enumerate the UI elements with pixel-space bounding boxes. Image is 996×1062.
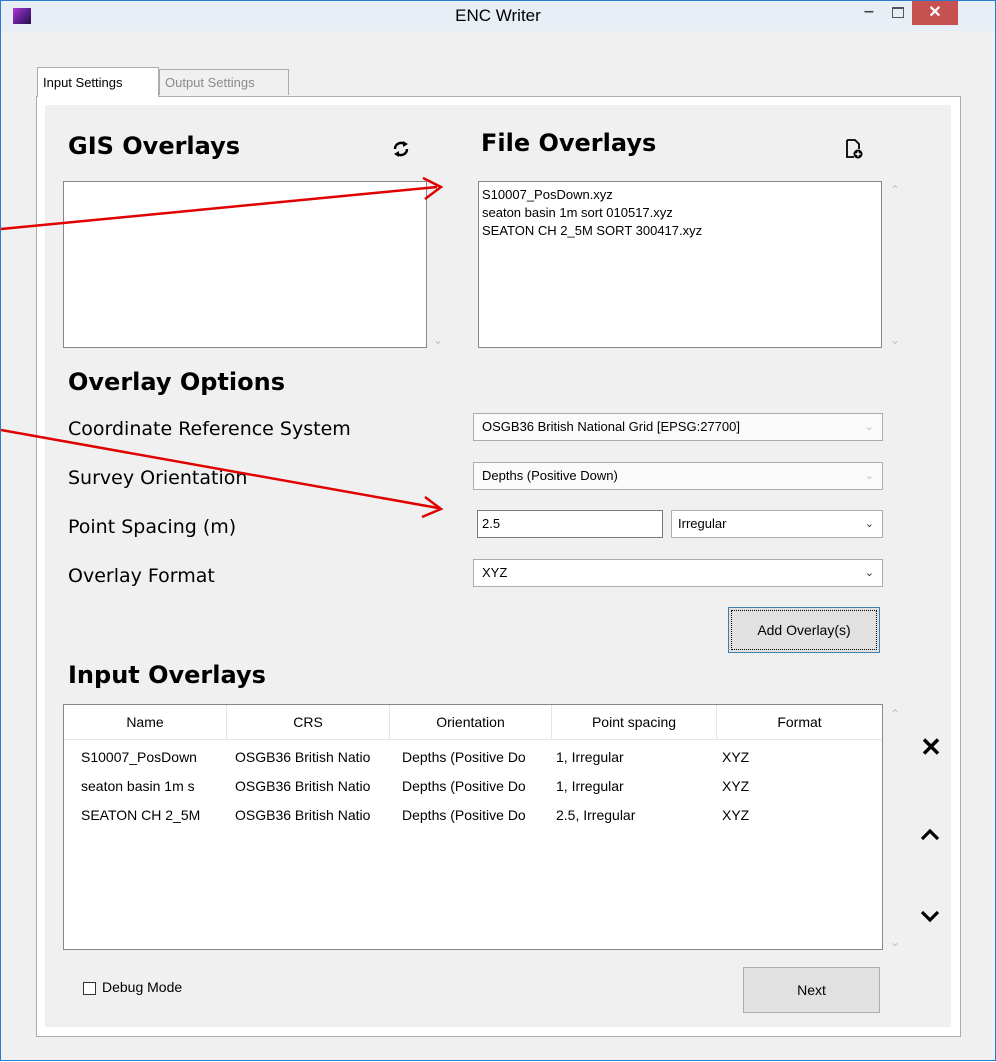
refresh-icon[interactable] [391,139,411,159]
move-up-icon[interactable] [918,827,942,843]
debug-mode-label: Debug Mode [102,979,183,995]
cell-orientation: Depths (Positive Do [402,749,526,765]
crs-select-value: OSGB36 British National Grid [EPSG:27700… [482,419,740,434]
chevron-down-icon: ⌄ [864,421,874,433]
column-header-orientation[interactable]: Orientation [390,705,552,739]
tab-output-settings[interactable]: Output Settings [159,69,289,95]
window-title: ENC Writer [455,6,541,25]
list-item[interactable]: seaton basin 1m sort 010517.xyz [479,204,881,222]
remove-overlay-icon[interactable]: ✕ [911,732,951,763]
move-down-icon[interactable] [918,908,942,924]
cell-format: XYZ [722,778,750,794]
table-row[interactable]: SEATON CH 2_5M OSGB36 British Natio Dept… [64,804,882,826]
table-scroll-down-icon[interactable]: ⌄ [890,935,900,949]
orientation-label: Survey Orientation [68,467,248,489]
overlay-format-value: XYZ [482,565,508,580]
spacing-type-select[interactable]: Irregular ⌄ [671,510,883,538]
overlay-options-title: Overlay Options [68,368,285,396]
maximize-button[interactable] [885,1,911,25]
column-header-crs[interactable]: CRS [227,705,390,739]
cell-orientation: Depths (Positive Do [402,778,526,794]
point-spacing-input[interactable]: 2.5 [477,510,663,538]
point-spacing-label: Point Spacing (m) [68,516,237,538]
file-overlays-title: File Overlays [481,129,657,157]
add-overlays-button[interactable]: Add Overlay(s) [728,607,880,653]
list-item[interactable]: S10007_PosDown.xyz [479,186,881,204]
table-row[interactable]: seaton basin 1m s OSGB36 British Natio D… [64,775,882,797]
crs-label: Coordinate Reference System [68,418,351,440]
next-button[interactable]: Next [743,967,880,1013]
cell-crs: OSGB36 British Natio [235,778,371,794]
list-item[interactable]: SEATON CH 2_5M SORT 300417.xyz [479,222,881,240]
orientation-select[interactable]: Depths (Positive Down) ⌄ [473,462,883,490]
cell-point-spacing: 1, Irregular [556,749,624,765]
cell-crs: OSGB36 British Natio [235,749,371,765]
tab-input-settings[interactable]: Input Settings [37,67,159,97]
input-overlays-table[interactable]: Name CRS Orientation Point spacing Forma… [63,704,883,950]
column-header-format[interactable]: Format [717,705,882,739]
cell-crs: OSGB36 British Natio [235,807,371,823]
cell-format: XYZ [722,749,750,765]
chevron-down-icon: ⌄ [864,518,874,530]
gis-overlays-title: GIS Overlays [68,132,241,160]
maximize-icon [892,7,904,18]
debug-mode-checkbox[interactable] [83,982,96,995]
cell-orientation: Depths (Positive Do [402,807,526,823]
orientation-select-value: Depths (Positive Down) [482,468,618,483]
table-header: Name CRS Orientation Point spacing Forma… [64,705,882,740]
file-overlays-list[interactable]: S10007_PosDown.xyz seaton basin 1m sort … [478,181,882,348]
column-header-name[interactable]: Name [64,705,227,739]
title-bar[interactable]: ENC Writer ‒ ✕ [1,1,995,31]
add-file-icon[interactable] [844,138,864,160]
cell-point-spacing: 1, Irregular [556,778,624,794]
table-scroll-up-icon[interactable]: ⌃ [890,707,900,721]
overlay-format-label: Overlay Format [68,565,215,587]
cell-name: seaton basin 1m s [81,778,195,794]
minimize-button[interactable]: ‒ [856,1,882,25]
overlay-format-select[interactable]: XYZ ⌄ [473,559,883,587]
cell-name: S10007_PosDown [81,749,197,765]
enc-writer-window: ENC Writer ‒ ✕ Input Settings Output Set… [0,0,996,1061]
spacing-type-value: Irregular [678,516,727,531]
chevron-down-icon: ⌄ [864,567,874,579]
input-overlays-title: Input Overlays [68,661,266,689]
crs-select[interactable]: OSGB36 British National Grid [EPSG:27700… [473,413,883,441]
chevron-down-icon: ⌄ [864,470,874,482]
cell-name: SEATON CH 2_5M [81,807,201,823]
cell-point-spacing: 2.5, Irregular [556,807,636,823]
file-scroll-down-icon[interactable]: ⌄ [890,333,900,347]
gis-scroll-down-icon[interactable]: ⌄ [433,333,443,347]
cell-format: XYZ [722,807,750,823]
table-row[interactable]: S10007_PosDown OSGB36 British Natio Dept… [64,746,882,768]
gis-overlays-list[interactable] [63,181,427,348]
file-scroll-up-icon[interactable]: ⌃ [890,183,900,197]
column-header-point-spacing[interactable]: Point spacing [552,705,717,739]
close-button[interactable]: ✕ [912,1,958,25]
